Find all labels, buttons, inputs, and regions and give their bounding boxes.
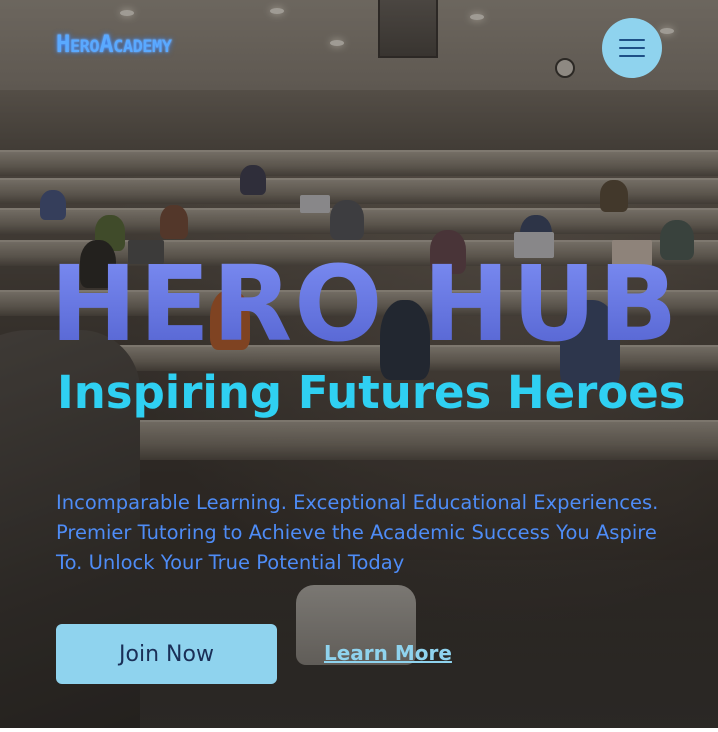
join-now-button[interactable]: Join Now [56,624,277,684]
hamburger-menu-icon [619,39,645,57]
hero-description: Incomparable Learning. Exceptional Educa… [56,491,659,574]
hero-subtitle: Inspiring Futures Heroes [57,366,686,419]
bottom-edge [0,728,718,732]
menu-button[interactable] [602,18,662,78]
hero-title: HERO HUB [50,243,680,365]
site-logo[interactable]: HeroAcademy [56,30,172,58]
learn-more-link[interactable]: Learn More [324,641,452,665]
